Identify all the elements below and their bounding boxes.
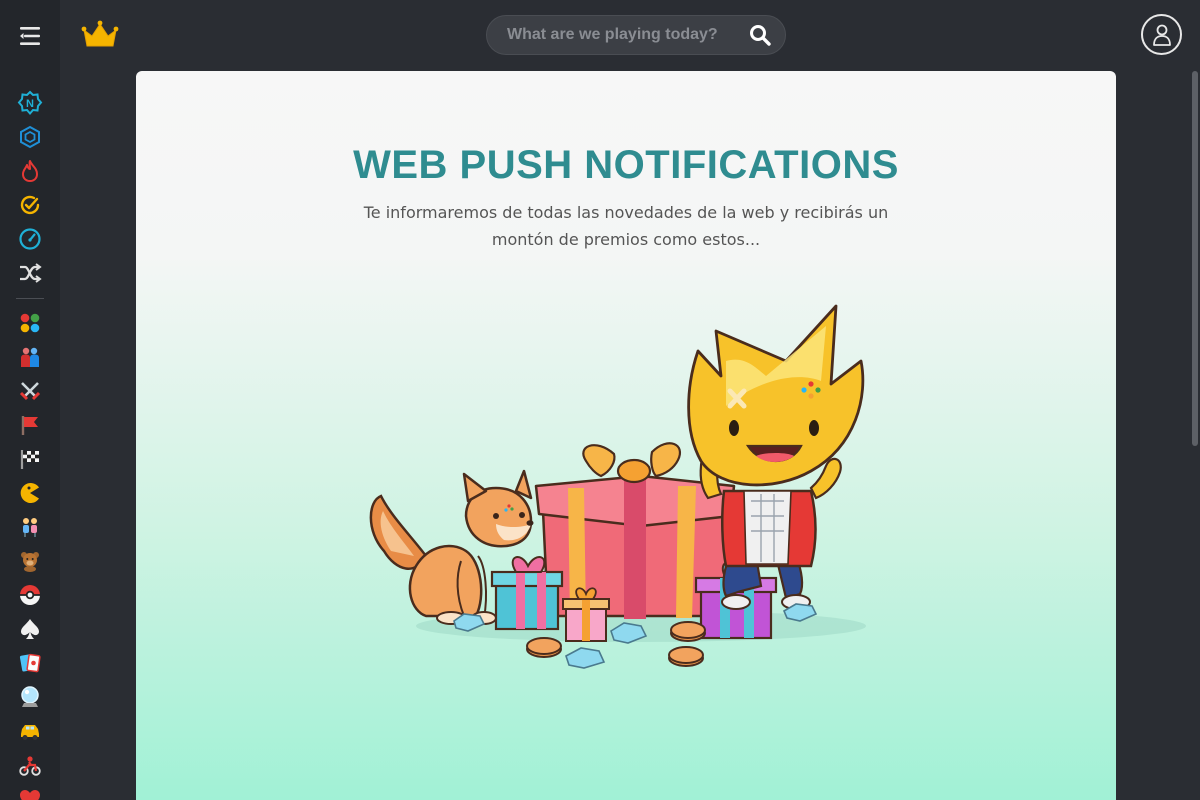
sidebar-divider bbox=[16, 298, 44, 299]
sidebar-item-two-players[interactable] bbox=[16, 343, 44, 371]
search-input[interactable] bbox=[487, 16, 735, 54]
sidebar-item-racing[interactable] bbox=[16, 445, 44, 473]
sidebar-item-card-games[interactable] bbox=[16, 615, 44, 643]
top-bar bbox=[0, 0, 1200, 71]
svg-text:N: N bbox=[26, 98, 34, 110]
user-account-button[interactable] bbox=[1141, 14, 1182, 55]
scrollbar-thumb[interactable] bbox=[1192, 71, 1198, 446]
sidebar-item-all-games[interactable] bbox=[16, 309, 44, 337]
sidebar-item-mystery[interactable] bbox=[16, 683, 44, 711]
hamburger-menu-icon bbox=[20, 26, 40, 45]
sidebar-item-hexagon[interactable] bbox=[16, 123, 44, 151]
new-icon: N bbox=[17, 90, 43, 116]
sidebar: N bbox=[0, 71, 60, 800]
sidebar-item-pokemon[interactable] bbox=[16, 581, 44, 609]
fighters-icon bbox=[21, 347, 39, 367]
main-panel: WEB PUSH NOTIFICATIONS Te informaremos d… bbox=[136, 71, 1116, 800]
page-subtitle: Te informaremos de todas las novedades d… bbox=[363, 203, 889, 249]
mascot-gifts-illustration bbox=[369, 304, 866, 669]
search-bar bbox=[486, 15, 786, 55]
sidebar-item-love[interactable] bbox=[16, 785, 44, 800]
sidebar-item-new[interactable]: N bbox=[16, 89, 44, 117]
hexagon-icon bbox=[20, 125, 40, 149]
crystal-ball-icon bbox=[21, 686, 39, 707]
sidebar-item-played[interactable] bbox=[16, 191, 44, 219]
car-icon bbox=[21, 725, 39, 740]
page-title: WEB PUSH NOTIFICATIONS bbox=[353, 143, 899, 187]
sidebar-item-multiplayer[interactable] bbox=[16, 513, 44, 541]
shuffle-icon bbox=[20, 263, 42, 283]
spade-icon bbox=[21, 619, 39, 639]
red-flag-icon bbox=[21, 416, 38, 435]
sidebar-item-speed[interactable] bbox=[16, 225, 44, 253]
search-icon bbox=[750, 25, 771, 46]
crossed-swords-icon bbox=[19, 382, 41, 401]
check-refresh-icon bbox=[20, 195, 40, 215]
page-scrollbar[interactable] bbox=[1190, 71, 1200, 800]
crown-logo[interactable] bbox=[80, 18, 120, 52]
sidebar-item-cards[interactable] bbox=[16, 649, 44, 677]
fire-icon bbox=[22, 160, 38, 182]
sidebar-item-strategy[interactable] bbox=[16, 411, 44, 439]
dots-grid-icon bbox=[20, 313, 40, 333]
sidebar-item-kids[interactable] bbox=[16, 547, 44, 575]
menu-toggle-button[interactable] bbox=[0, 0, 60, 71]
heart-icon bbox=[20, 790, 40, 800]
crown-icon bbox=[81, 20, 119, 47]
pacman-icon bbox=[20, 483, 39, 503]
user-icon bbox=[1152, 24, 1171, 46]
two-people-icon bbox=[23, 518, 37, 537]
sidebar-item-hot[interactable] bbox=[16, 157, 44, 185]
motorbike-icon bbox=[19, 756, 41, 776]
pokeball-icon bbox=[20, 585, 40, 605]
sidebar-item-random[interactable] bbox=[16, 259, 44, 287]
sidebar-item-bikes[interactable] bbox=[16, 751, 44, 779]
checkered-flag-icon bbox=[20, 450, 39, 469]
gauge-icon bbox=[19, 228, 41, 250]
teddy-bear-icon bbox=[21, 552, 39, 572]
sidebar-item-arcade[interactable] bbox=[16, 479, 44, 507]
search-button[interactable] bbox=[735, 16, 785, 54]
sidebar-item-cars[interactable] bbox=[16, 717, 44, 745]
cards-icon bbox=[19, 653, 41, 673]
sidebar-item-action[interactable] bbox=[16, 377, 44, 405]
